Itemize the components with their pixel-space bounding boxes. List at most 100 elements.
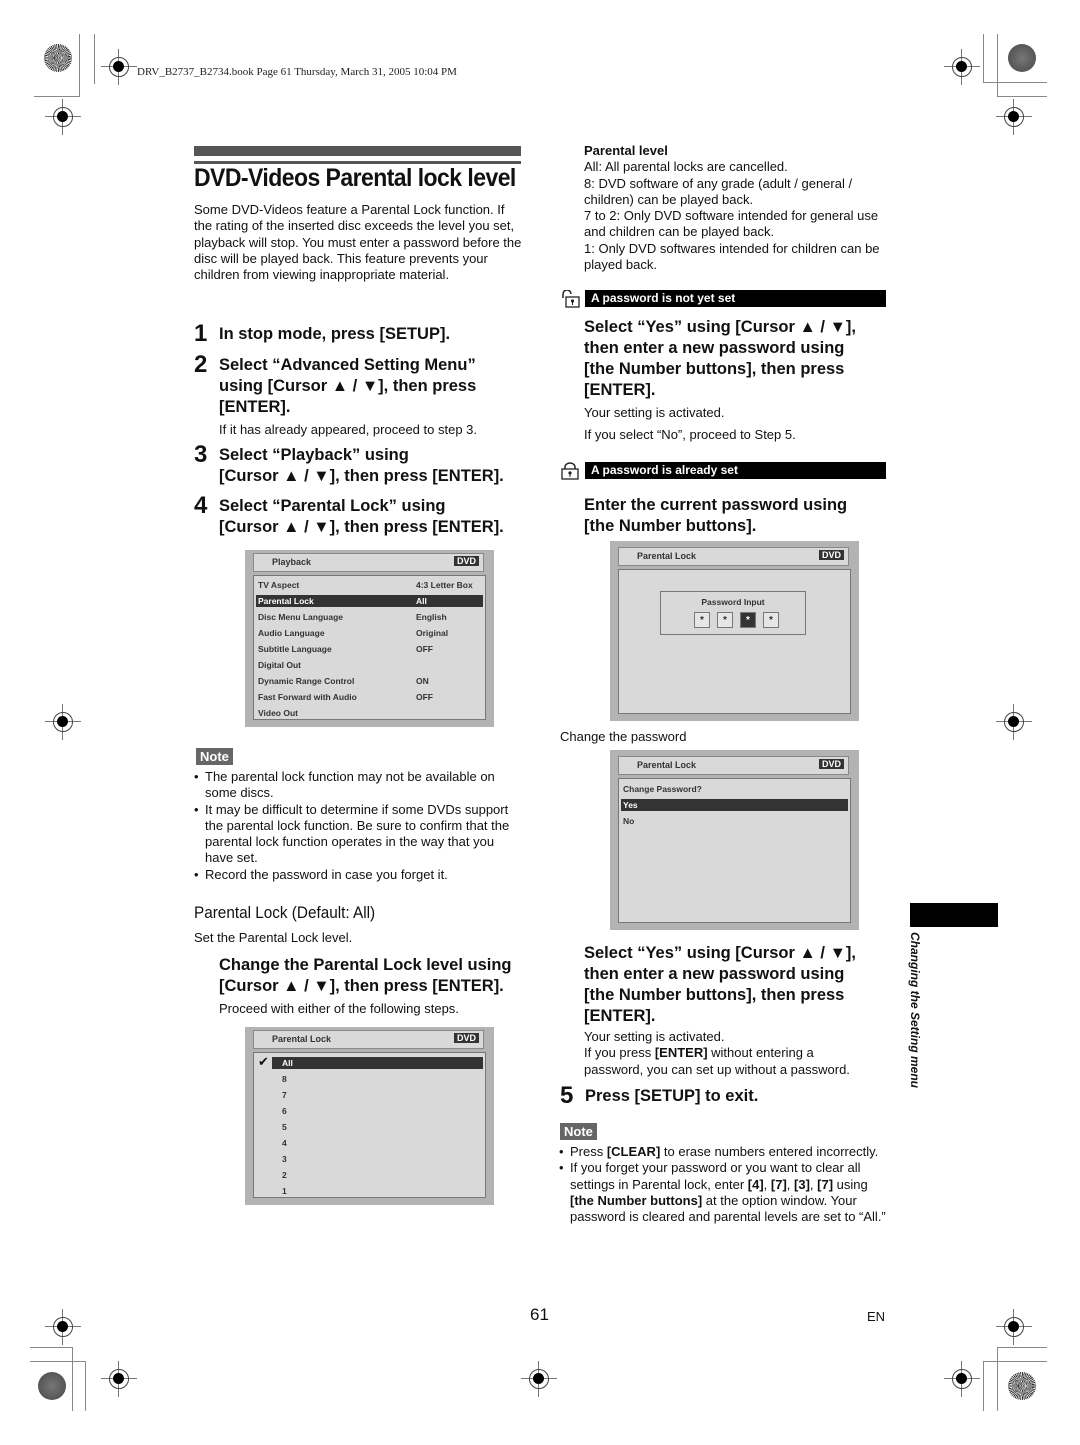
password-digit-field[interactable]: * <box>740 612 756 628</box>
password-digit-field[interactable]: * <box>694 612 710 628</box>
instruction-line: Select “Yes” using [Cursor ▲ / ▼], <box>584 944 856 962</box>
setting-value: ON <box>416 676 429 686</box>
section-description: Set the Parental Lock level. <box>194 930 353 945</box>
legend-heading: Parental level <box>584 143 668 158</box>
level-label: 5 <box>282 1122 287 1132</box>
language-code: EN <box>867 1309 886 1324</box>
note-list: Press [CLEAR] to erase numbers entered i… <box>559 1144 889 1225</box>
note-tag: Note <box>560 1123 597 1140</box>
settings-row[interactable]: Subtitle Language OFF <box>256 643 483 655</box>
registration-mark-icon <box>45 99 81 135</box>
password-input-screen: Parental Lock DVD Password Input * * * * <box>610 541 859 721</box>
change-password-option[interactable]: Yes <box>621 799 848 811</box>
screen-title-bar: Parental Lock DVD <box>618 756 849 775</box>
settings-row[interactable]: Audio Language Original <box>256 627 483 639</box>
level-label: 3 <box>282 1154 287 1164</box>
screen-title: Parental Lock <box>272 1034 332 1044</box>
level-label: 4 <box>282 1138 287 1148</box>
step-text: In stop mode, press [SETUP]. <box>219 325 451 343</box>
level-label: 7 <box>282 1090 287 1100</box>
setting-label: Subtitle Language <box>258 644 332 654</box>
not-set-instruction: Select “Yes” using [Cursor ▲ / ▼], then … <box>584 317 856 443</box>
parental-level-legend: Parental level All: All parental locks a… <box>584 143 884 273</box>
settings-row[interactable]: Parental Lock All <box>256 595 483 607</box>
step-number: 4 <box>194 492 208 519</box>
unlocked-padlock-icon <box>562 290 580 308</box>
dvd-badge: DVD <box>453 1033 479 1043</box>
screen-title-bar: Parental Lock DVD <box>618 547 849 566</box>
setting-value: 4:3 Letter Box <box>416 580 473 590</box>
level-option[interactable]: All <box>272 1057 483 1069</box>
level-label: 1 <box>282 1186 287 1196</box>
crop-line <box>997 1347 998 1411</box>
level-label: 6 <box>282 1106 287 1116</box>
instruction-line: Enter the current password using <box>584 496 848 514</box>
section-heading: Parental Lock (Default: All) <box>194 903 376 922</box>
setting-label: Video Out <box>258 708 298 718</box>
setting-label: Disc Menu Language <box>258 612 344 622</box>
checkmark-icon: ✔ <box>258 1054 269 1069</box>
note-item: It may be difficult to determine if some… <box>194 802 524 867</box>
step-text: using [Cursor ▲ / ▼], then press <box>219 377 477 395</box>
instruction-line: Change the Parental Lock level using <box>219 956 512 974</box>
change-password-screen: Parental Lock DVD Change Password? Yes No <box>610 750 859 930</box>
crop-line <box>983 82 1047 83</box>
level-label: 2 <box>282 1170 287 1180</box>
level-option[interactable]: 7 <box>272 1089 483 1101</box>
setting-value: English <box>416 612 447 622</box>
level-option[interactable]: 4 <box>272 1137 483 1149</box>
setting-value: OFF <box>416 644 433 654</box>
level-option[interactable]: 2 <box>272 1169 483 1181</box>
password-digit-field[interactable]: * <box>717 612 733 628</box>
password-digit-field[interactable]: * <box>763 612 779 628</box>
level-option[interactable]: 1 <box>272 1185 483 1197</box>
screen-title: Parental Lock <box>637 551 697 561</box>
level-option[interactable]: 6 <box>272 1105 483 1117</box>
instruction-line: [Cursor ▲ / ▼], then press [ENTER]. <box>219 977 504 995</box>
instruction-subtext: Your setting is activated. <box>584 405 725 420</box>
change-password-panel: Change Password? Yes No <box>618 778 851 923</box>
settings-list: TV Aspect 4:3 Letter Box Parental Lock All D… <box>253 575 486 720</box>
step-text: [Cursor ▲ / ▼], then press [ENTER]. <box>219 467 504 485</box>
new-password-notes: Your setting is activated. If you press … <box>584 1029 874 1078</box>
settings-row[interactable]: Dynamic Range Control ON <box>256 675 483 687</box>
note-list: The parental lock function may not be av… <box>194 769 524 883</box>
step-number: 1 <box>194 320 208 347</box>
password-not-set-bar: A password is not yet set <box>585 290 886 307</box>
step-text: Press [SETUP] to exit. <box>585 1087 759 1105</box>
instruction-line: [the Number buttons], then press <box>584 986 845 1004</box>
dvd-badge: DVD <box>453 556 479 566</box>
level-option[interactable]: 5 <box>272 1121 483 1133</box>
settings-row[interactable]: Disc Menu Language English <box>256 611 483 623</box>
crop-line <box>30 1347 72 1348</box>
change-password-option[interactable]: No <box>621 815 848 827</box>
screen-title: Parental Lock <box>637 760 697 770</box>
crop-line <box>983 34 984 82</box>
registration-mark-icon <box>101 49 137 85</box>
chapter-label: Changing the Setting menu <box>908 932 922 1088</box>
instruction-line: [the Number buttons], then press <box>584 360 845 378</box>
step-number: 5 <box>560 1082 574 1109</box>
step-text: Select “Parental Lock” using <box>219 497 446 515</box>
option-label: Yes <box>623 800 638 810</box>
settings-row[interactable]: Video Out <box>256 707 483 719</box>
registration-mark-icon <box>996 1309 1032 1345</box>
crop-line <box>983 1361 1047 1362</box>
parental-level-screen: Parental Lock DVD All ✔ 8 7 6 5 4 3 2 1 <box>245 1027 494 1205</box>
title-rule <box>194 146 521 156</box>
level-option[interactable]: 8 <box>272 1073 483 1085</box>
registration-disc-icon <box>38 1372 66 1400</box>
legend-line: 7 to 2: Only DVD software intended for g… <box>584 208 879 240</box>
settings-row[interactable]: Fast Forward with Audio OFF <box>256 691 483 703</box>
dvd-badge: DVD <box>818 550 844 560</box>
instruction-line: Select “Yes” using [Cursor ▲ / ▼], <box>584 318 856 336</box>
step-number: 2 <box>194 351 208 378</box>
level-list: All ✔ 8 7 6 5 4 3 2 1 <box>253 1052 486 1198</box>
instruction-subtext: Proceed with either of the following ste… <box>219 1001 459 1016</box>
level-option[interactable]: 3 <box>272 1153 483 1165</box>
setting-value: Original <box>416 628 449 638</box>
settings-row[interactable]: Digital Out <box>256 659 483 671</box>
legend-line: 8: DVD software of any grade (adult / ge… <box>584 175 853 207</box>
crop-line <box>997 96 1047 97</box>
settings-row[interactable]: TV Aspect 4:3 Letter Box <box>256 579 483 591</box>
